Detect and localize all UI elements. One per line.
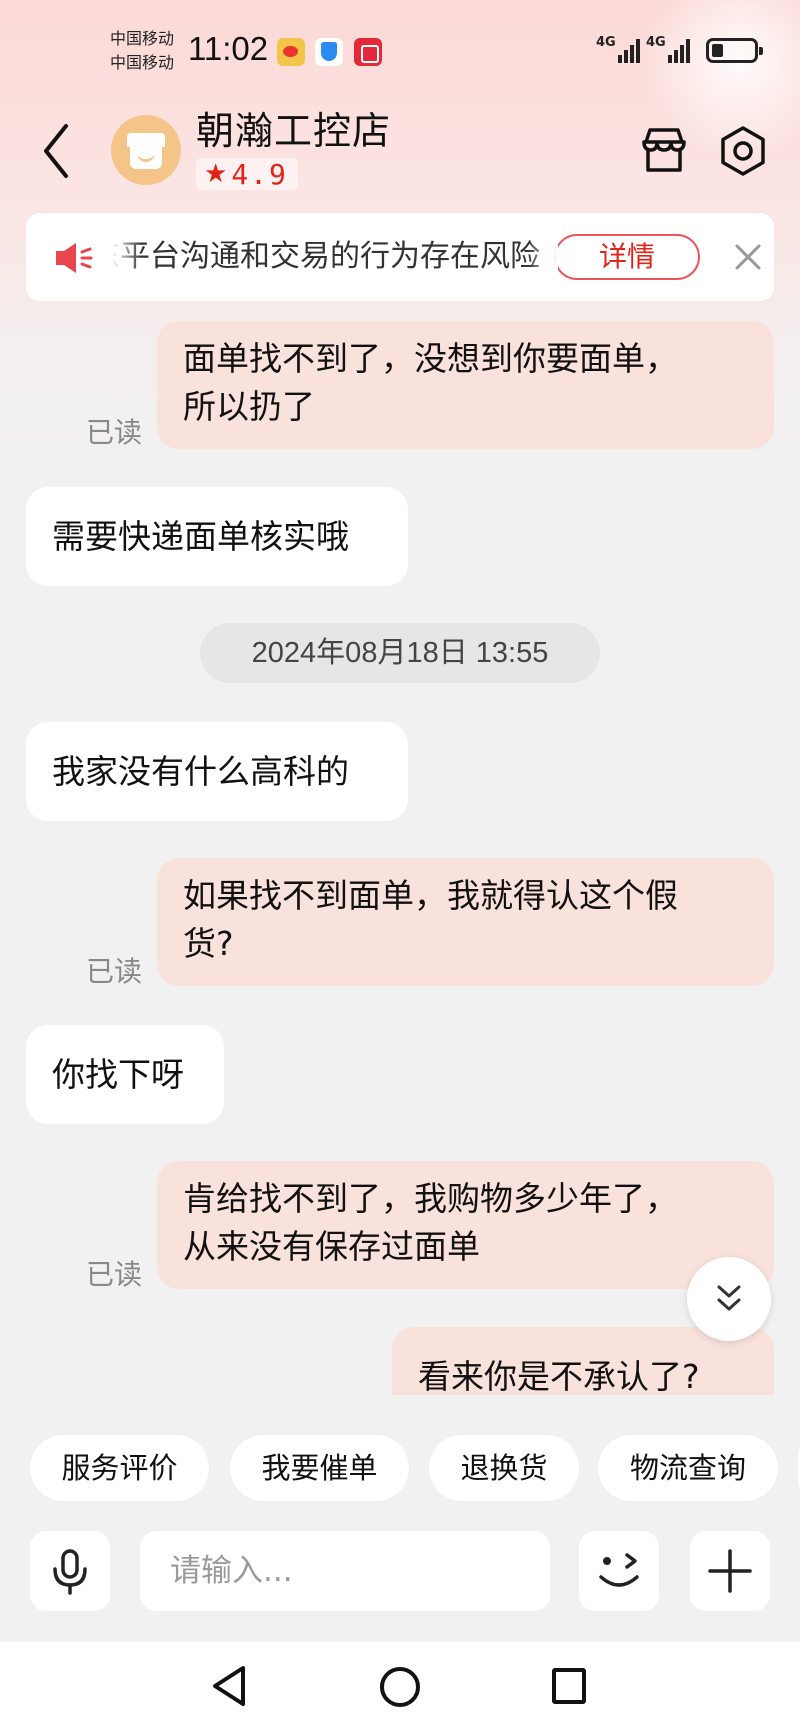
- read-receipt: 已读: [86, 416, 143, 449]
- voice-input-button[interactable]: [30, 1531, 110, 1611]
- plus-icon: [708, 1549, 752, 1593]
- status-bar: 中国移动 中国移动 11:02 4G 4G: [0, 0, 800, 100]
- quick-reply-logistics[interactable]: 物流查询: [598, 1435, 778, 1501]
- signal-icon: 4G: [596, 35, 640, 65]
- network-type-2: 4G: [646, 35, 666, 50]
- shop-avatar[interactable]: [111, 115, 181, 185]
- gift-icon: [354, 38, 382, 66]
- read-receipt: 已读: [86, 1258, 143, 1291]
- notice-detail-button[interactable]: 详情: [554, 234, 700, 280]
- battery-icon: [706, 38, 763, 63]
- message-bubble-outgoing[interactable]: 如果找不到面单，我就得认这个假 货?: [157, 858, 774, 986]
- nav-back-icon[interactable]: [209, 1664, 249, 1708]
- notice-text: 东平台沟通和交易的行为存在风险: [112, 239, 540, 274]
- nav-home-icon[interactable]: [380, 1667, 420, 1707]
- quick-reply-return-exchange[interactable]: 退换货: [429, 1435, 579, 1501]
- microphone-icon: [53, 1549, 87, 1595]
- rating-value: 4.9: [231, 157, 288, 191]
- risk-notice-bar: 东平台沟通和交易的行为存在风险 详情: [26, 213, 774, 301]
- store-button[interactable]: [638, 124, 690, 176]
- weibo-icon: [277, 38, 305, 66]
- chat-message-list[interactable]: 面单找不到了，没想到你要面单， 所以扔了 已读 需要快递面单核实哦 2024年0…: [0, 305, 800, 1395]
- carrier-info: 中国移动 中国移动: [110, 27, 174, 75]
- speaker-icon: [56, 243, 93, 273]
- system-navigation-bar: [0, 1642, 800, 1733]
- network-type-1: 4G: [596, 35, 616, 50]
- status-time: 11:02: [188, 30, 269, 67]
- back-arrow-icon: [44, 124, 68, 178]
- nav-recents-icon[interactable]: [552, 1668, 586, 1704]
- quick-reply-bar: 服务评价 我要催单 退换货 物流查询: [0, 1435, 800, 1503]
- signal-icon: 4G: [646, 35, 690, 65]
- settings-icon: [721, 126, 765, 176]
- message-bubble-outgoing[interactable]: 面单找不到了，没想到你要面单， 所以扔了: [157, 321, 774, 449]
- message-bubble-incoming[interactable]: 你找下呀: [26, 1025, 224, 1124]
- message-input[interactable]: [140, 1531, 550, 1611]
- store-icon: [642, 128, 686, 172]
- message-bubble-outgoing[interactable]: 肯给找不到了，我购物多少年了， 从来没有保存过面单: [157, 1161, 774, 1289]
- carrier-1: 中国移动: [110, 29, 175, 48]
- more-actions-button[interactable]: [690, 1531, 770, 1611]
- carrier-2: 中国移动: [110, 53, 175, 72]
- message-bubble-incoming[interactable]: 我家没有什么高科的: [26, 722, 408, 821]
- close-icon[interactable]: [732, 241, 764, 273]
- emoji-button[interactable]: [579, 1531, 659, 1611]
- emoji-icon: [599, 1553, 639, 1587]
- message-bubble-incoming[interactable]: 需要快递面单核实哦: [26, 487, 408, 586]
- star-icon: ★: [204, 159, 228, 189]
- scroll-to-bottom-button[interactable]: [687, 1257, 771, 1341]
- settings-button[interactable]: [716, 124, 770, 178]
- quick-reply-urge-order[interactable]: 我要催单: [230, 1435, 409, 1501]
- notice-text-marquee: 东平台沟通和交易的行为存在风险: [112, 235, 558, 279]
- back-button[interactable]: [38, 118, 78, 184]
- shield-icon: [315, 38, 343, 66]
- read-receipt: 已读: [86, 955, 143, 988]
- double-chevron-down-icon: [717, 1285, 741, 1311]
- quick-reply-service-review[interactable]: 服务评价: [30, 1435, 209, 1501]
- shop-rating: ★ 4.9: [196, 157, 298, 191]
- message-timestamp: 2024年08月18日 13:55: [200, 623, 600, 683]
- shop-name[interactable]: 朝瀚工控店: [196, 100, 391, 155]
